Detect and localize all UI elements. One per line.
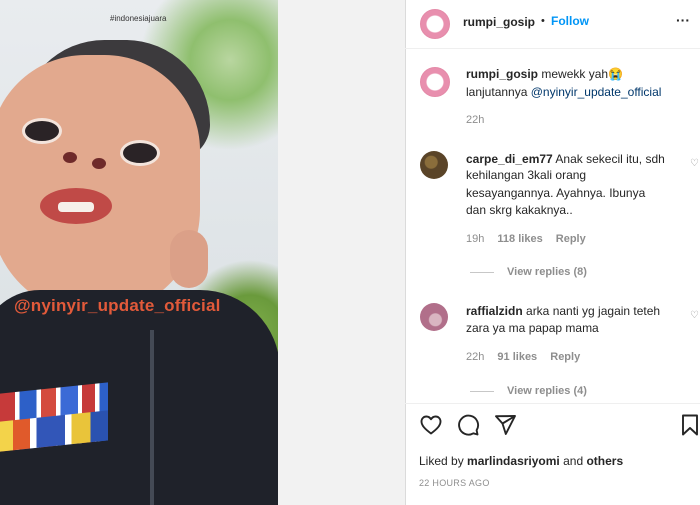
comment-likes[interactable]: 118 likes	[497, 233, 542, 245]
more-options-icon[interactable]: ···	[676, 12, 690, 28]
comment-reply-button[interactable]: Reply	[550, 351, 580, 363]
heart-icon[interactable]	[419, 413, 443, 437]
view-replies-button[interactable]: View replies (8)	[507, 266, 587, 278]
comment-avatar[interactable]	[420, 303, 448, 331]
comment-body: kehilangan 3kali orang	[466, 168, 587, 182]
post-photo[interactable]: #indonesiajuara @nyinyir_update_official	[0, 0, 278, 505]
caption-username[interactable]: rumpi_gosip	[466, 67, 538, 81]
bookmark-icon[interactable]	[680, 413, 700, 437]
comment-avatar[interactable]	[420, 151, 448, 179]
photo-nostril	[63, 152, 77, 163]
comment-body: zara ya ma papap mama	[466, 321, 599, 335]
view-replies-line	[470, 391, 494, 392]
photo-patch	[0, 382, 108, 452]
share-icon[interactable]	[493, 413, 517, 437]
comment-text-line: raffialzidn arka nanti yg jagain teteh	[466, 303, 660, 319]
comment-time: 22h	[466, 351, 485, 363]
caption-line-1: rumpi_gosip mewekk yah😭	[466, 66, 623, 82]
liked-by-line: Liked by marlindasriyomi and others	[419, 454, 623, 468]
caption-mention-link[interactable]: @nyinyir_update_official	[531, 85, 662, 99]
caption-text: mewekk yah😭	[541, 67, 623, 81]
comment-body: kesayangannya. Ayahnya. Ibunya	[466, 186, 646, 200]
comment-meta: 19h 118 likes Reply	[466, 233, 586, 245]
photo-zipper	[150, 330, 154, 505]
liked-by-prefix: Liked by	[419, 454, 464, 468]
comment-likes[interactable]: 91 likes	[497, 351, 537, 363]
watermark-account: @nyinyir_update_official	[14, 296, 221, 315]
comment-meta: 22h 91 likes Reply	[466, 351, 580, 363]
comment-icon[interactable]	[456, 413, 480, 437]
caption-text-2: lanjutannya	[466, 85, 528, 99]
comment-username[interactable]: carpe_di_em77	[466, 152, 553, 166]
follow-button[interactable]: Follow	[551, 14, 589, 28]
photo-eye	[120, 140, 160, 166]
photo-face	[0, 55, 200, 315]
liked-by-others-link[interactable]: others	[586, 454, 623, 468]
photo-ear	[170, 230, 208, 288]
caption-time: 22h	[466, 114, 485, 126]
view-replies-line	[470, 272, 494, 273]
photo-mouth	[40, 188, 112, 224]
header-dot: •	[541, 15, 545, 27]
caption-line-2: lanjutannya @nyinyir_update_official	[466, 84, 661, 100]
photo-eye	[22, 118, 62, 144]
header-divider	[405, 48, 700, 49]
caption-avatar[interactable]	[420, 67, 450, 97]
comment-like-icon[interactable]: ♡	[690, 310, 699, 321]
comment-reply-button[interactable]: Reply	[556, 233, 586, 245]
comment-time: 19h	[466, 233, 485, 245]
view-replies-button[interactable]: View replies (4)	[507, 385, 587, 397]
comment-body: arka nanti yg jagain teteh	[526, 304, 661, 318]
comment-username[interactable]: raffialzidn	[466, 304, 523, 318]
liked-by-user-link[interactable]: marlindasriyomi	[467, 454, 560, 468]
photo-nostril	[92, 158, 106, 169]
poster-avatar[interactable]	[420, 9, 450, 39]
liked-by-and: and	[563, 454, 584, 468]
header-username[interactable]: rumpi_gosip	[463, 15, 535, 29]
comment-body: dan skrg kakaknya..	[466, 203, 573, 217]
post-timestamp: 22 HOURS AGO	[419, 478, 490, 488]
watermark-hashtag: #indonesiajuara	[110, 14, 167, 23]
comment-like-icon[interactable]: ♡	[690, 158, 699, 169]
actions-divider	[405, 403, 700, 404]
comment-text-line: carpe_di_em77 Anak sekecil itu, sdh	[466, 151, 665, 167]
comment-body: Anak sekecil itu, sdh	[555, 152, 665, 166]
